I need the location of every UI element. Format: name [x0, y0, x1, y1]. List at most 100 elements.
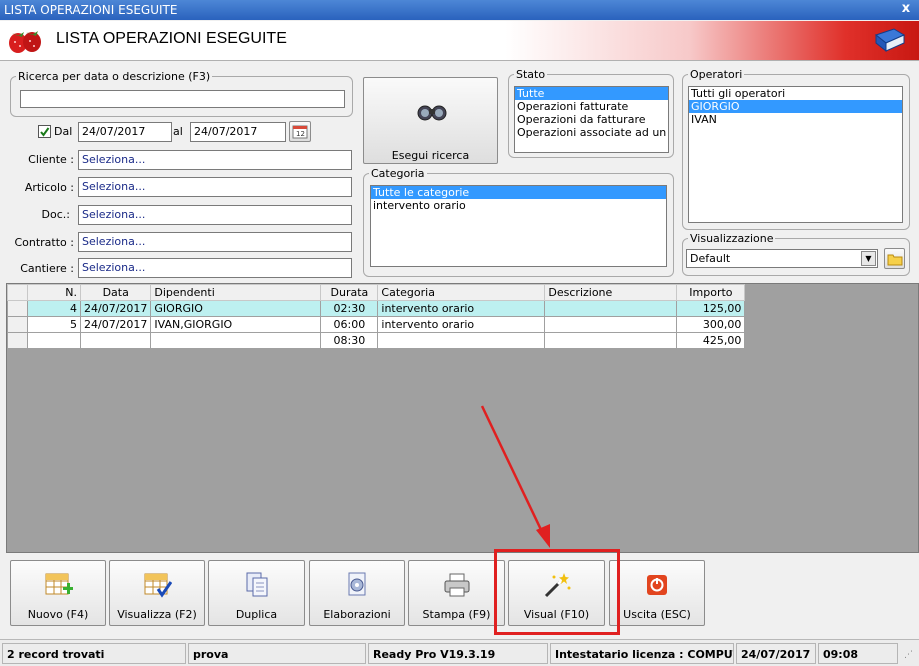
row-indicator-header: [7, 284, 28, 301]
categoria-item[interactable]: intervento orario: [371, 199, 666, 212]
elaborazioni-label: Elaborazioni: [323, 608, 391, 621]
dal-label: Dal: [54, 125, 73, 138]
column-header[interactable]: Durata: [320, 284, 379, 301]
uscita-button[interactable]: Uscita (ESC): [609, 560, 705, 626]
cell-importo: 125,00: [676, 300, 746, 317]
status-time: 09:08: [818, 643, 898, 664]
categoria-label: Categoria: [369, 167, 427, 180]
date-from-input[interactable]: 24/07/2017: [78, 122, 172, 142]
esegui-ricerca-label: Esegui ricerca: [391, 149, 470, 162]
close-icon[interactable]: x: [899, 2, 913, 16]
column-header[interactable]: Descrizione: [544, 284, 678, 301]
total-importo: 425,00: [676, 332, 746, 349]
stato-item[interactable]: Tutte: [515, 87, 668, 100]
cantiere-label: Cantiere :: [20, 262, 74, 275]
articolo-label: Articolo :: [24, 181, 74, 194]
visualizza-label: Visualizza (F2): [117, 608, 197, 621]
column-header[interactable]: Categoria: [377, 284, 546, 301]
date-to-input[interactable]: 24/07/2017: [190, 122, 286, 142]
operatori-item[interactable]: Tutti gli operatori: [689, 87, 902, 100]
esegui-ricerca-button[interactable]: Esegui ricerca: [363, 77, 498, 164]
row-indicator: [7, 300, 28, 317]
svg-text:12: 12: [296, 130, 305, 138]
cell-n: 5: [27, 316, 81, 333]
folder-icon: [887, 254, 902, 266]
column-header[interactable]: Data: [79, 284, 152, 301]
stampa-button[interactable]: Stampa (F9): [408, 560, 505, 626]
stato-listbox[interactable]: Tutte Operazioni fatturate Operazioni da…: [514, 86, 669, 153]
cell-n: 4: [27, 300, 81, 317]
power-icon: [647, 575, 667, 595]
gear-document-icon: [348, 572, 366, 596]
row-indicator: [7, 316, 28, 333]
status-version: Ready Pro V19.3.19: [368, 643, 548, 664]
operations-grid[interactable]: N. Data Dipendenti Durata Categoria Desc…: [6, 283, 919, 553]
chevron-down-icon[interactable]: ▼: [861, 251, 876, 266]
categoria-item[interactable]: Tutte le categorie: [371, 186, 666, 199]
dal-checkbox[interactable]: [38, 125, 51, 138]
cell-dipendenti: IVAN,GIORGIO: [150, 316, 322, 333]
column-header[interactable]: Dipendenti: [150, 284, 322, 301]
annotation-highlight-box: [494, 549, 620, 635]
nuovo-button[interactable]: Nuovo (F4): [10, 560, 106, 626]
folder-button[interactable]: [884, 248, 905, 269]
status-records: 2 record trovati: [2, 643, 186, 664]
elaborazioni-button[interactable]: Elaborazioni: [309, 560, 405, 626]
page-title: LISTA OPERAZIONI ESEGUITE: [56, 30, 287, 47]
new-grid-icon: [45, 573, 73, 595]
cell-descrizione: [544, 300, 678, 317]
visualizzazione-value: Default: [690, 252, 731, 265]
doc-field[interactable]: Seleziona...: [78, 205, 352, 225]
cell-empty: [27, 332, 81, 349]
operatori-listbox[interactable]: Tutti gli operatori GIORGIO IVAN: [688, 86, 903, 223]
status-bar: 2 record trovati prova Ready Pro V19.3.1…: [0, 639, 919, 666]
visualizzazione-select[interactable]: Default ▼: [686, 249, 878, 268]
table-row[interactable]: 4 24/07/2017 GIORGIO 02:30 intervento or…: [7, 300, 746, 317]
column-header[interactable]: N.: [27, 284, 81, 301]
totals-row: 08:30 425,00: [7, 332, 746, 349]
operatori-item[interactable]: GIORGIO: [689, 100, 902, 113]
window-title: LISTA OPERAZIONI ESEGUITE: [4, 3, 178, 17]
stampa-label: Stampa (F9): [422, 608, 491, 621]
row-indicator: [7, 332, 28, 349]
operations-table: N. Data Dipendenti Durata Categoria Desc…: [7, 284, 746, 349]
strawberry-logo-icon: [9, 31, 41, 53]
resize-grip-icon[interactable]: ⋰: [904, 650, 913, 660]
cantiere-field[interactable]: Seleziona...: [78, 258, 352, 278]
visualizza-button[interactable]: Visualizza (F2): [109, 560, 205, 626]
operatori-item[interactable]: IVAN: [689, 113, 902, 126]
nuovo-label: Nuovo (F4): [27, 608, 89, 621]
cliente-field[interactable]: Seleziona...: [78, 150, 352, 170]
cell-data: 24/07/2017: [79, 300, 152, 317]
cell-empty: [377, 332, 546, 349]
cell-descrizione: [544, 316, 678, 333]
articolo-field[interactable]: Seleziona...: [78, 177, 352, 197]
cliente-label: Cliente :: [28, 153, 74, 166]
search-text-input[interactable]: [20, 90, 345, 108]
cell-importo: 300,00: [676, 316, 746, 333]
cell-empty: [150, 332, 322, 349]
table-row[interactable]: 5 24/07/2017 IVAN,GIORGIO 06:00 interven…: [7, 316, 746, 333]
view-grid-icon: [144, 573, 172, 598]
calendar-button[interactable]: 12: [289, 121, 311, 142]
al-label: al: [173, 125, 183, 138]
categoria-listbox[interactable]: Tutte le categorie intervento orario: [370, 185, 667, 267]
contratto-label: Contratto :: [14, 236, 74, 249]
cell-dipendenti: GIORGIO: [150, 300, 322, 317]
operatori-label: Operatori: [688, 68, 745, 81]
doc-label: Doc.:: [41, 208, 70, 221]
duplica-button[interactable]: Duplica: [208, 560, 305, 626]
search-group-label: Ricerca per data o descrizione (F3): [16, 70, 213, 83]
duplicate-icon: [246, 572, 267, 597]
column-header[interactable]: Importo: [676, 284, 746, 301]
cell-categoria: intervento orario: [377, 316, 546, 333]
visualizzazione-label: Visualizzazione: [688, 232, 776, 245]
stato-label: Stato: [514, 68, 548, 81]
stato-item[interactable]: Operazioni associate ad un clier: [515, 126, 668, 139]
stato-item[interactable]: Operazioni da fatturare: [515, 113, 668, 126]
cell-data: 24/07/2017: [79, 316, 152, 333]
window-titlebar: LISTA OPERAZIONI ESEGUITE: [0, 0, 919, 20]
contratto-field[interactable]: Seleziona...: [78, 232, 352, 252]
stato-item[interactable]: Operazioni fatturate: [515, 100, 668, 113]
binoculars-icon: [417, 105, 447, 121]
